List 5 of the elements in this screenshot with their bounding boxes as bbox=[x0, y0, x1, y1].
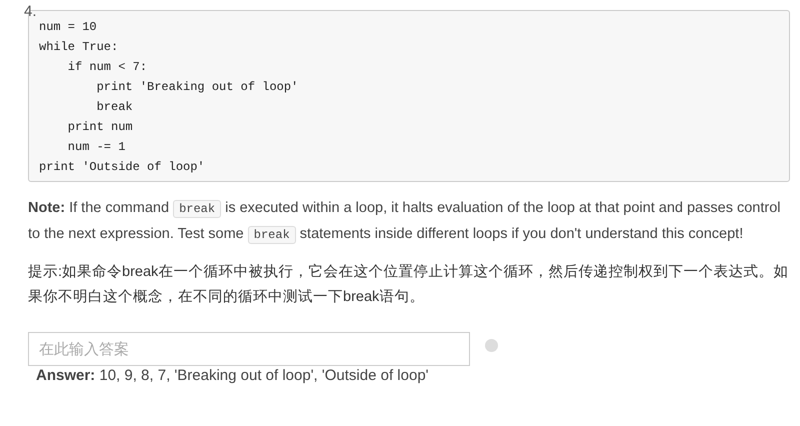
exercise-number: 4. bbox=[24, 4, 37, 20]
hint-paragraph: 提示:如果命令break在一个循环中被执行，它会在这个位置停止计算这个循环，然后传递控制权到下一个表达式。如果你不明白这个概念，在不同的循环中测试一下break语句。 bbox=[28, 262, 790, 307]
note-paragraph: Note: If the command break is executed within a loop, it halts evaluation of the loop at that point and passes control to the next expression. Test some break statements inside different loops if you don't understand this concept! bbox=[28, 199, 782, 246]
answer-text: Answer: 10, 9, 8, 7, 'Breaking out of loop', 'Outside of loop' bbox=[36, 366, 430, 386]
answer-field[interactable]: 在此输入答案 bbox=[28, 332, 470, 366]
